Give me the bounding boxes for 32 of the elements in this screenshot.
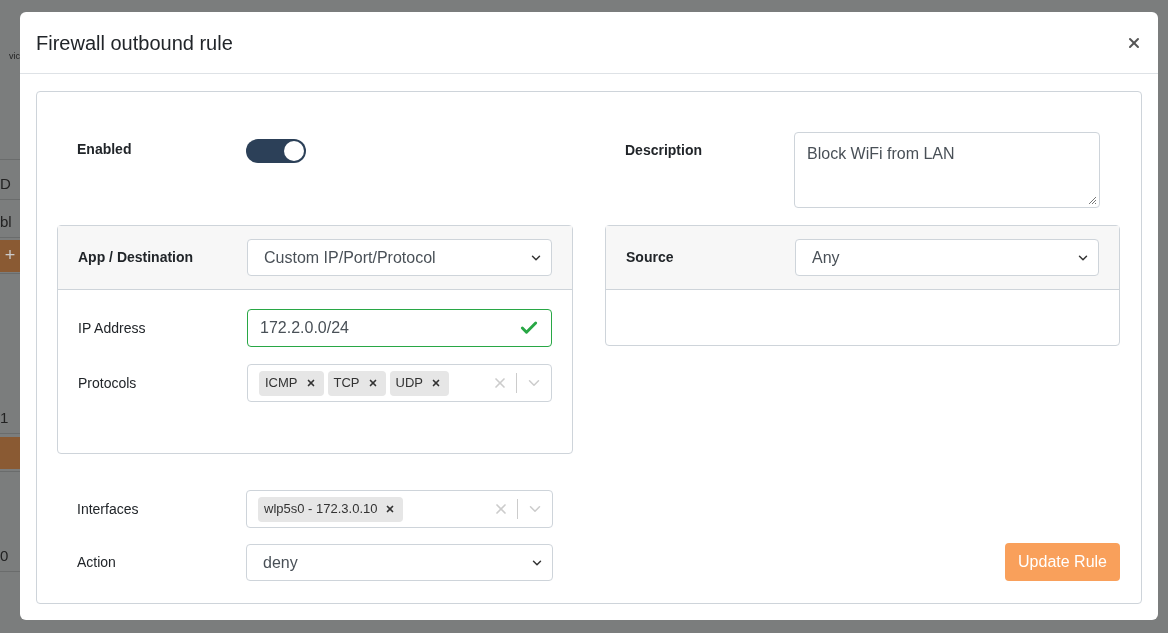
toggle-switch[interactable] bbox=[246, 139, 306, 163]
source-select[interactable]: Any bbox=[795, 239, 1099, 276]
ip-address-input[interactable]: 172.2.0.0/24 bbox=[247, 309, 552, 347]
remove-icon[interactable] bbox=[430, 378, 441, 388]
background-text: vic bbox=[9, 50, 20, 63]
remove-icon[interactable] bbox=[367, 378, 378, 388]
field-label: Interfaces bbox=[77, 499, 140, 519]
background-text: 1 bbox=[0, 407, 9, 428]
description-textarea[interactable]: Block WiFi from LAN bbox=[794, 132, 1100, 208]
field-label: Enabled bbox=[77, 140, 133, 159]
remove-icon[interactable] bbox=[305, 378, 316, 388]
field-label: Action bbox=[77, 553, 117, 572]
field-label: App / Destination bbox=[78, 248, 195, 267]
interfaces-multiselect[interactable]: wlp5s0 - 172.3.0.10 bbox=[246, 490, 553, 528]
background-text: 0 bbox=[0, 545, 9, 566]
tag-chip: UDP bbox=[389, 370, 449, 396]
field-label: Protocols bbox=[78, 373, 138, 393]
field-label: Description bbox=[625, 141, 703, 160]
window-title: Firewall outbound rule bbox=[36, 30, 233, 56]
background-button[interactable]: + bbox=[0, 239, 20, 272]
protocols-multiselect[interactable]: ICMP TCP UDP bbox=[247, 364, 552, 402]
field-label: Source bbox=[626, 248, 675, 267]
action-select[interactable]: deny bbox=[246, 544, 553, 581]
background-text: D bbox=[0, 173, 11, 194]
remove-icon[interactable] bbox=[385, 504, 396, 514]
destination-select[interactable]: Custom IP/Port/Protocol bbox=[247, 239, 552, 276]
tag-chip: ICMP bbox=[259, 370, 324, 396]
tag-chip: wlp5s0 - 172.3.0.10 bbox=[258, 496, 404, 522]
resize-handle-icon[interactable] bbox=[1087, 195, 1097, 205]
field-label: IP Address bbox=[78, 318, 147, 338]
tag-chip: TCP bbox=[327, 370, 386, 396]
background-text: bl bbox=[0, 211, 12, 232]
